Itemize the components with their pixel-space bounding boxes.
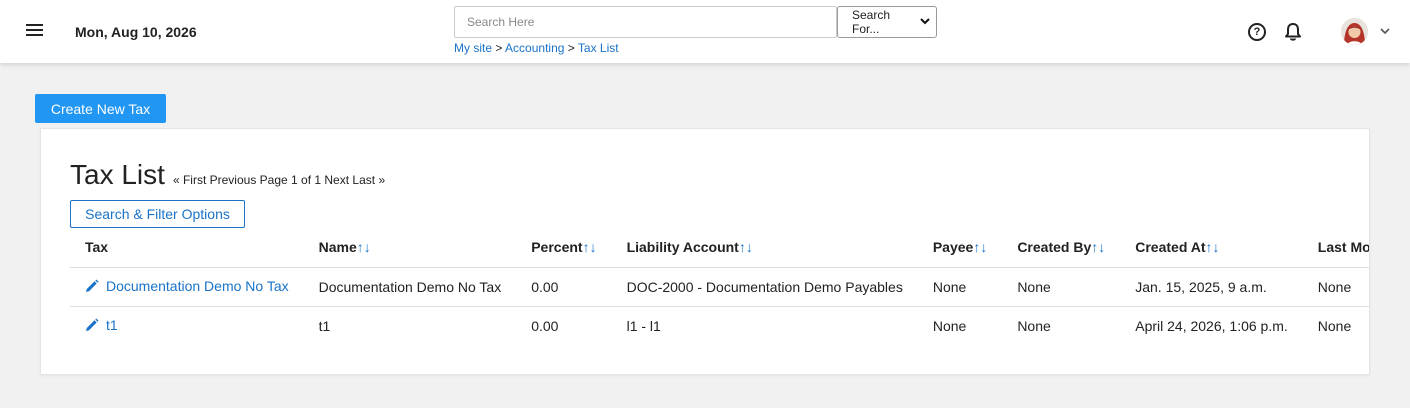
pager-previous[interactable]: Previous [210,173,257,187]
cell-created-by: None [1002,267,1121,307]
column-header-tax: Tax [70,228,304,268]
chevron-down-icon [920,17,930,28]
sort-icon[interactable]: ↑↓ [739,239,753,255]
search-for-select-value: Search For... [852,8,891,36]
pager-next[interactable]: Next [324,173,349,187]
cell-tax: t1 [70,306,304,345]
breadcrumb-accounting[interactable]: Accounting [505,41,564,55]
top-bar: Mon, Aug 10, 2026 Search For... My site … [0,0,1410,63]
avatar[interactable] [1341,18,1368,45]
pager-first[interactable]: « First [173,173,206,187]
tax-link-label: Documentation Demo No Tax [106,277,289,294]
column-header-payee: Payee↑↓ [917,228,1003,268]
column-header-percent: Percent↑↓ [516,228,612,268]
tax-link[interactable]: t1 [85,317,118,333]
tax-link[interactable]: Documentation Demo No Tax [85,278,289,294]
help-icon[interactable]: ? [1248,23,1266,41]
column-header-created-by: Created By↑↓ [1002,228,1121,268]
sort-icon[interactable]: ↑↓ [1091,239,1105,255]
cell-liability-account: DOC-2000 - Documentation Demo Payables [611,267,918,307]
cell-last-modified: None [1302,267,1369,307]
cell-last-modified: None [1317,317,1352,334]
cell-liability-account: l1 - l1 [626,317,661,334]
tax-link-label: t1 [106,316,118,333]
breadcrumb-separator: > [567,41,575,55]
column-header-liability-account: Liability Account↑↓ [611,228,918,268]
sort-icon[interactable]: ↑↓ [1206,239,1220,255]
bell-icon[interactable] [1284,22,1302,42]
column-header-last-modified: Last Modified↑↓ [1302,228,1369,268]
search-for-select[interactable]: Search For... [837,6,937,38]
cell-payee: None [917,267,1003,307]
sort-icon[interactable]: ↑↓ [583,239,597,255]
chevron-down-icon[interactable] [1378,24,1392,38]
table-header-row: Tax Name↑↓ Percent↑↓ Liability Account↑↓… [70,228,1369,268]
cell-created-at: Jan. 15, 2025, 9 a.m. [1120,267,1303,307]
page-title: Tax List [70,159,165,190]
create-new-tax-button[interactable]: Create New Tax [35,94,166,123]
menu-icon[interactable] [26,22,46,40]
cell-name: Documentation Demo No Tax [303,267,517,307]
current-date: Mon, Aug 10, 2026 [75,24,197,40]
breadcrumb-my-site[interactable]: My site [454,41,492,55]
column-header-created-at: Created At↑↓ [1120,228,1303,268]
pager-page-info: Page 1 of 1 [259,173,322,187]
title-row: Tax List « First Previous Page 1 of 1 Ne… [70,159,385,191]
tax-list-card: Tax List « First Previous Page 1 of 1 Ne… [40,128,1370,375]
sort-icon[interactable]: ↑↓ [357,239,371,255]
pager-last[interactable]: Last » [352,173,385,187]
pencil-icon [85,318,99,332]
search-input[interactable] [454,6,837,38]
cell-created-at: April 24, 2026, 1:06 p.m. [1135,317,1288,334]
column-header-name: Name↑↓ [303,228,517,268]
cell-percent: 0.00 [531,317,559,334]
sort-icon[interactable]: ↑↓ [973,239,987,255]
cell-name: t1 [318,317,331,334]
cell-payee: None [932,317,967,334]
pagination: « First Previous Page 1 of 1 Next Last » [173,173,385,187]
breadcrumb: My site > Accounting > Tax List [454,41,619,55]
table-row: Documentation Demo No Tax Documentation … [70,267,1369,307]
cell-tax: Documentation Demo No Tax [70,267,304,307]
table-row: t1 t1 0.00 l1 - l1 None None April 24, 2… [70,306,1369,345]
search-filter-options-button[interactable]: Search & Filter Options [70,200,245,228]
cell-percent: 0.00 [516,267,612,307]
breadcrumb-separator: > [495,41,503,55]
pencil-icon [85,279,99,293]
breadcrumb-tax-list[interactable]: Tax List [578,41,619,55]
cell-created-by: None [1017,317,1051,334]
tax-table: Tax Name↑↓ Percent↑↓ Liability Account↑↓… [70,228,1369,345]
